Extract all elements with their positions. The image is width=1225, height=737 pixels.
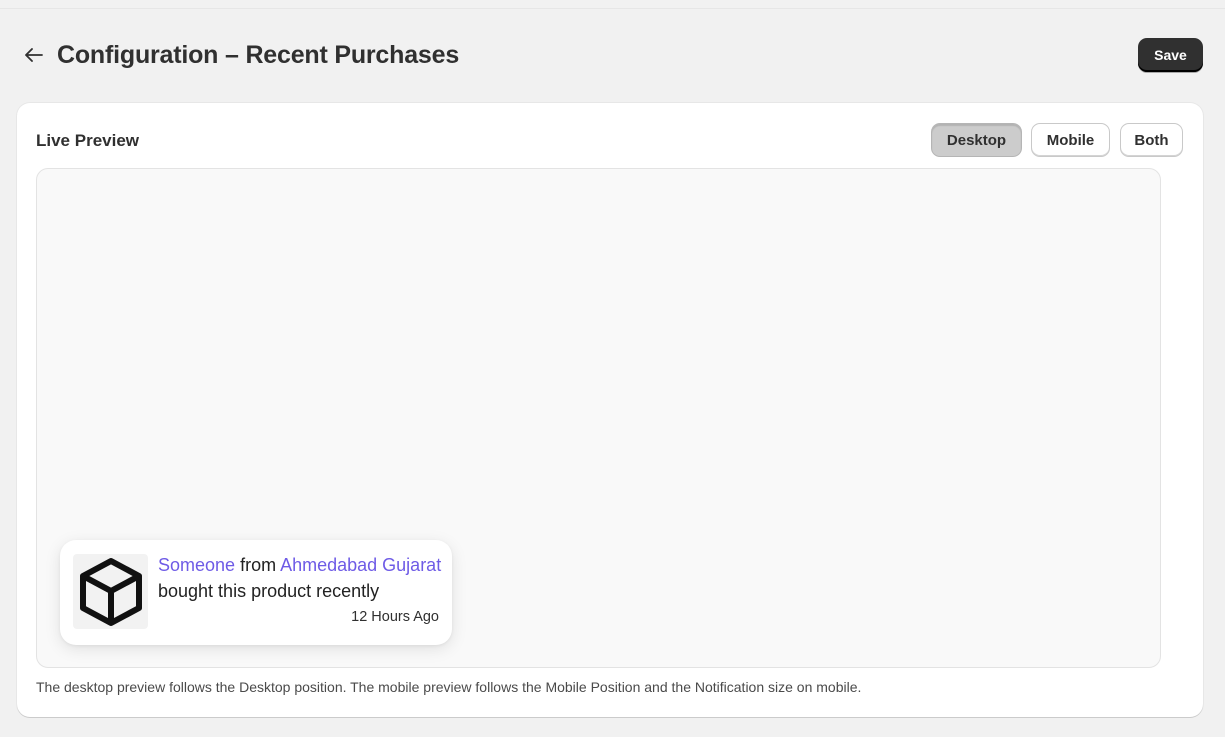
buyer-name: Someone [158,555,236,575]
notification-action: bought this product recently [158,581,380,601]
arrow-left-icon [25,48,43,62]
purchase-notification-popup[interactable]: Someone from Ahmedabad Gujarat bought th… [60,540,452,645]
notification-headline: Someone from Ahmedabad Gujarat [158,555,441,576]
back-button[interactable] [22,42,46,68]
product-thumbnail [73,554,148,629]
toggle-desktop-button[interactable]: Desktop [931,123,1022,157]
top-bar [0,0,1225,9]
toggle-mobile-button[interactable]: Mobile [1031,123,1110,157]
notification-time: 12 Hours Ago [351,609,439,625]
page-title: Configuration – Recent Purchases [57,41,460,69]
box-icon [79,557,142,626]
live-preview-card: Live Preview Desktop Mobile Both Someone… [17,103,1203,717]
save-button[interactable]: Save [1138,38,1203,72]
card-title: Live Preview [36,131,140,150]
toggle-both-button[interactable]: Both [1120,123,1183,157]
from-text: from [240,555,277,575]
preview-help-text: The desktop preview follows the Desktop … [36,679,862,695]
buyer-location: Ahmedabad Gujarat [280,555,442,575]
preview-canvas: Someone from Ahmedabad Gujarat bought th… [36,168,1161,668]
page-header: Configuration – Recent Purchases Save [0,30,1225,82]
